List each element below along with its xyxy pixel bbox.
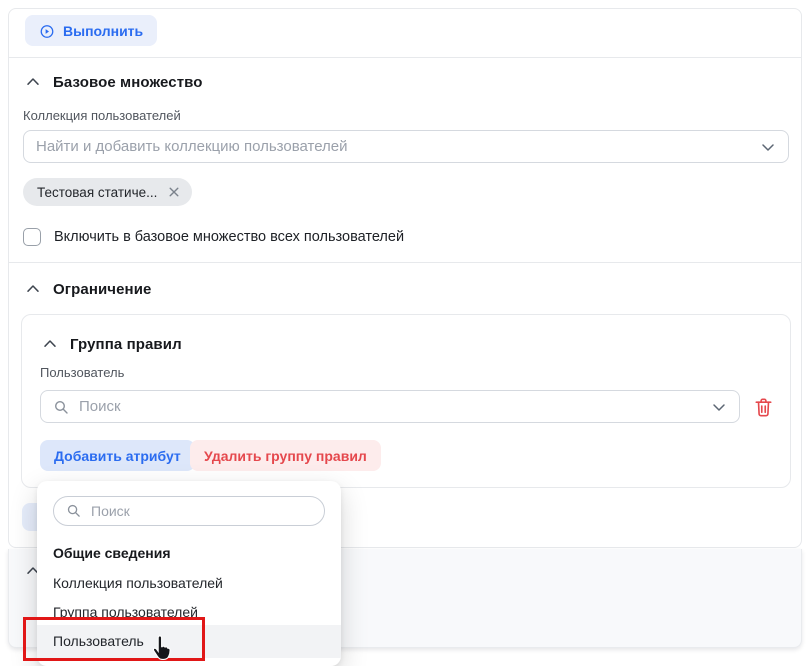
chevron-down-icon[interactable]: [760, 139, 776, 155]
add-attribute-button[interactable]: Добавить атрибут: [40, 440, 195, 471]
execute-button[interactable]: Выполнить: [25, 15, 157, 46]
divider: [9, 57, 801, 58]
delete-rule-group-button[interactable]: Удалить группу правил: [190, 440, 381, 471]
highlight-annotation: [23, 617, 205, 661]
chevron-up-icon: [25, 281, 41, 297]
user-field-label: Пользователь: [40, 365, 124, 380]
trash-icon: [752, 396, 775, 419]
dropdown-group-header: Общие сведения: [53, 539, 171, 567]
user-search-field[interactable]: [79, 398, 701, 415]
chevron-down-icon[interactable]: [711, 399, 727, 415]
page: Выполнить Базовое множество Коллекция по…: [0, 0, 810, 666]
user-search-input[interactable]: [40, 390, 740, 423]
rule-group-header[interactable]: Группа правил: [42, 333, 182, 355]
divider: [9, 262, 801, 263]
dropdown-search-field[interactable]: [91, 503, 312, 519]
delete-rule-group-label: Удалить группу правил: [204, 448, 367, 464]
rule-group-title: Группа правил: [70, 336, 182, 353]
execute-button-label: Выполнить: [63, 23, 143, 39]
collection-field-label: Коллекция пользователей: [23, 108, 181, 123]
collection-search-field[interactable]: [36, 138, 750, 155]
form-container: Выполнить Базовое множество Коллекция по…: [8, 8, 802, 548]
play-circle-icon: [39, 23, 55, 39]
search-icon: [53, 399, 69, 415]
section-header-base-set[interactable]: Базовое множество: [25, 71, 203, 93]
include-all-users-checkbox[interactable]: [23, 228, 41, 246]
search-icon: [66, 503, 82, 519]
include-all-users-label: Включить в базовое множество всех пользо…: [54, 229, 404, 245]
section-title-base-set: Базовое множество: [53, 74, 203, 91]
section-title-restriction: Ограничение: [53, 281, 151, 298]
rule-group-card: Группа правил Пользователь: [21, 314, 791, 488]
include-all-users-row: Включить в базовое множество всех пользо…: [23, 228, 404, 246]
collection-search-input[interactable]: [23, 130, 789, 163]
cursor-icon: [149, 635, 173, 663]
add-attribute-label: Добавить атрибут: [54, 448, 181, 464]
chevron-up-icon: [42, 336, 58, 352]
collection-chip: Тестовая статиче...: [23, 178, 192, 206]
menu-item-user-collection[interactable]: Коллекция пользователей: [37, 569, 341, 597]
section-header-restriction[interactable]: Ограничение: [25, 278, 151, 300]
chevron-up-icon: [25, 74, 41, 90]
dropdown-search-input[interactable]: [53, 496, 325, 526]
delete-rule-icon-button[interactable]: [750, 394, 776, 420]
collection-chip-label: Тестовая статиче...: [37, 185, 157, 200]
chip-remove-icon[interactable]: [166, 184, 182, 200]
